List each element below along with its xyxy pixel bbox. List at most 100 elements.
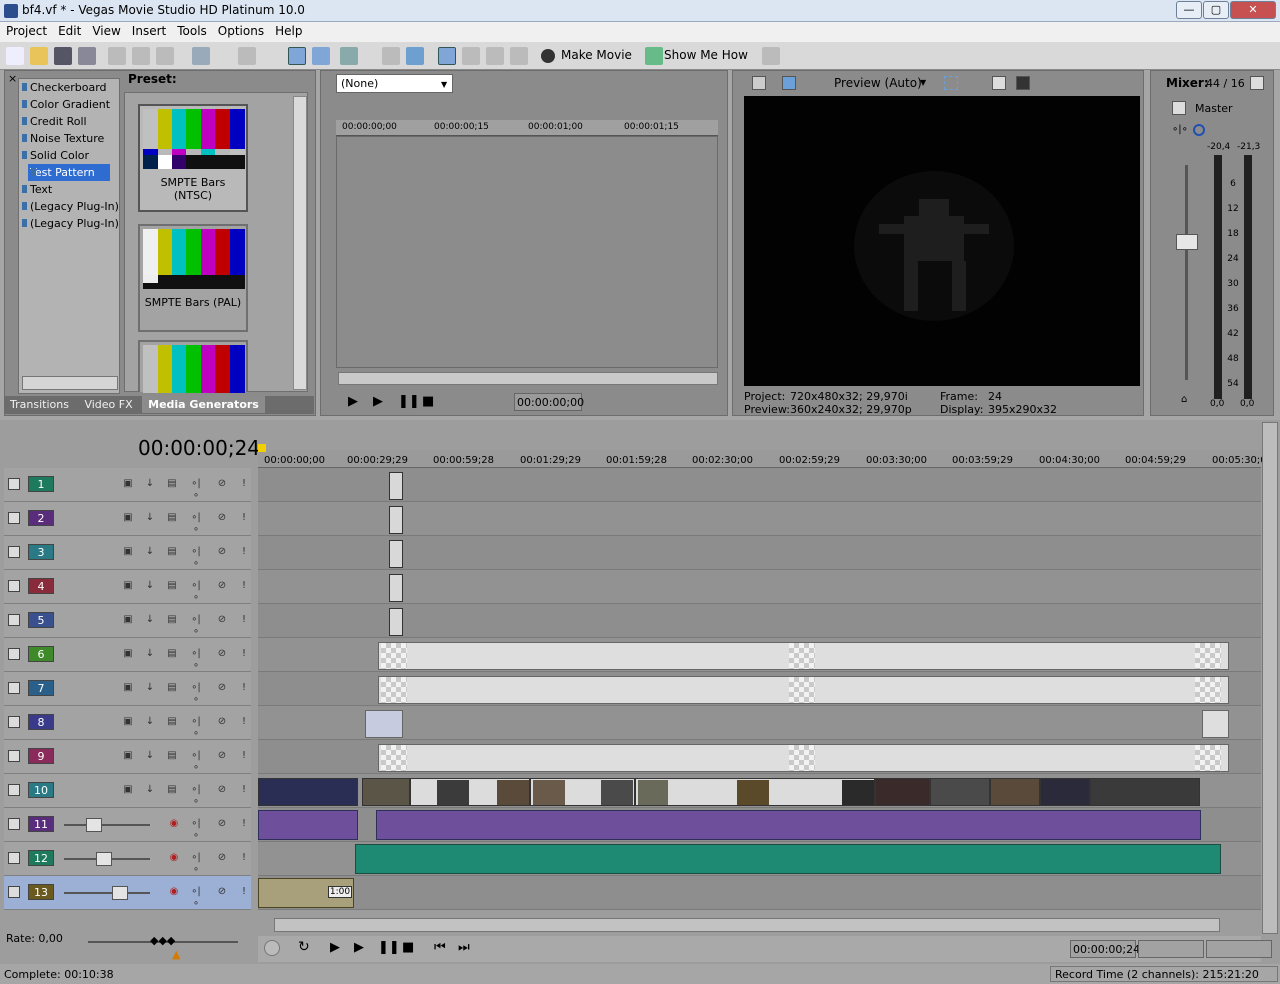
parent-track-icon[interactable]: ▤ bbox=[166, 614, 178, 626]
solo-icon[interactable]: ! bbox=[238, 648, 250, 660]
preview-properties-icon[interactable] bbox=[752, 76, 766, 90]
mute-icon[interactable]: ⊘ bbox=[216, 682, 228, 694]
bypass-motion-icon[interactable]: ∘|∘ bbox=[190, 478, 202, 501]
new-project-icon[interactable] bbox=[6, 47, 24, 65]
snap-icon[interactable] bbox=[340, 47, 358, 65]
video-clip[interactable] bbox=[875, 778, 930, 806]
bypass-motion-icon[interactable]: ∘|∘ bbox=[190, 750, 202, 773]
video-clip[interactable] bbox=[930, 778, 990, 806]
arm-record-icon[interactable]: ◉ bbox=[168, 852, 180, 864]
menu-options[interactable]: Options bbox=[212, 22, 269, 38]
track-fx-icon[interactable]: ▣ bbox=[122, 614, 134, 626]
stop-icon[interactable]: ■ bbox=[422, 394, 434, 409]
mute-icon[interactable]: ⊘ bbox=[216, 546, 228, 558]
generator-item[interactable]: (Legacy Plug-In) V bbox=[19, 215, 119, 232]
track-fx-icon[interactable]: ▣ bbox=[122, 580, 134, 592]
arm-record-icon[interactable]: ◉ bbox=[168, 818, 180, 830]
track-lane[interactable] bbox=[258, 604, 1261, 638]
cut-icon[interactable] bbox=[108, 47, 126, 65]
solo-icon[interactable]: ! bbox=[238, 580, 250, 592]
parent-track-icon[interactable]: ▤ bbox=[166, 784, 178, 796]
track-menu-icon[interactable] bbox=[8, 648, 20, 660]
save-icon[interactable] bbox=[54, 47, 72, 65]
open-folder-icon[interactable] bbox=[30, 47, 48, 65]
track-header[interactable]: 9 ▣ ↓ ▤ ∘|∘ ⊘! bbox=[4, 740, 251, 774]
solo-icon[interactable]: ! bbox=[238, 614, 250, 626]
generator-list-hscroll[interactable] bbox=[22, 376, 118, 390]
track-menu-icon[interactable] bbox=[8, 478, 20, 490]
track-lane[interactable] bbox=[258, 570, 1261, 604]
parent-track-icon[interactable]: ▤ bbox=[166, 682, 178, 694]
track-fx-icon[interactable]: ▣ bbox=[122, 750, 134, 762]
mute-icon[interactable]: ⊘ bbox=[216, 648, 228, 660]
compositing-arrow-icon[interactable]: ↓ bbox=[144, 682, 156, 694]
generated-media-clip[interactable] bbox=[378, 642, 1229, 670]
mute-icon[interactable]: ⊘ bbox=[216, 716, 228, 728]
audio-clip[interactable] bbox=[376, 810, 1201, 840]
fx-icon[interactable]: ∘|∘ bbox=[1172, 124, 1188, 135]
track-header[interactable]: 6 ▣ ↓ ▤ ∘|∘ ⊘! bbox=[4, 638, 251, 672]
undo-icon[interactable] bbox=[192, 47, 210, 65]
track-header[interactable]: 11 ◉ ∘|∘ ⊘! bbox=[4, 808, 251, 842]
track-header[interactable]: 12 ◉ ∘|∘ ⊘! bbox=[4, 842, 251, 876]
video-clip[interactable] bbox=[530, 778, 635, 806]
parent-track-icon[interactable]: ▤ bbox=[166, 512, 178, 524]
solo-icon[interactable]: ! bbox=[238, 546, 250, 558]
solo-icon[interactable]: ! bbox=[238, 818, 250, 830]
make-movie-icon[interactable] bbox=[541, 49, 555, 63]
compositing-arrow-icon[interactable]: ↓ bbox=[144, 478, 156, 490]
compositing-arrow-icon[interactable]: ↓ bbox=[144, 512, 156, 524]
track-fx-icon[interactable]: ▣ bbox=[122, 648, 134, 660]
track-lane[interactable] bbox=[258, 876, 1261, 910]
save-snapshot-icon[interactable] bbox=[1016, 76, 1030, 90]
show-me-how-icon[interactable] bbox=[645, 47, 663, 65]
play-icon[interactable]: ▶ bbox=[373, 394, 383, 409]
video-clip[interactable] bbox=[258, 778, 358, 806]
track-fx-icon[interactable]: ▣ bbox=[122, 682, 134, 694]
video-clip[interactable] bbox=[990, 778, 1040, 806]
envelope-tool-icon[interactable] bbox=[312, 47, 330, 65]
menu-insert[interactable]: Insert bbox=[126, 22, 171, 38]
audio-clip[interactable] bbox=[258, 810, 358, 840]
solo-icon[interactable]: ! bbox=[238, 716, 250, 728]
menu-view[interactable]: View bbox=[86, 22, 125, 38]
redo-icon[interactable] bbox=[238, 47, 256, 65]
generated-media-clip[interactable] bbox=[365, 710, 403, 738]
overlays-icon[interactable] bbox=[944, 76, 958, 90]
generated-media-clip[interactable] bbox=[378, 676, 1229, 704]
track-lane[interactable] bbox=[258, 502, 1261, 536]
fx-icon[interactable]: ∘|∘ bbox=[190, 886, 202, 909]
parent-track-icon[interactable]: ▤ bbox=[166, 750, 178, 762]
play-from-start-icon[interactable]: ▶ bbox=[330, 940, 340, 955]
menu-edit[interactable]: Edit bbox=[52, 22, 86, 38]
mute-icon[interactable]: ⊘ bbox=[216, 478, 228, 490]
audio-clip[interactable] bbox=[355, 844, 1221, 874]
track-fx-icon[interactable]: ▣ bbox=[122, 716, 134, 728]
video-clip[interactable] bbox=[389, 574, 403, 602]
preset-thumb-ntsc[interactable]: SMPTE Bars (NTSC) bbox=[138, 104, 248, 212]
track-header[interactable]: 7 ▣ ↓ ▤ ∘|∘ ⊘! bbox=[4, 672, 251, 706]
preview-quality-dropdown[interactable]: Preview (Auto) bbox=[834, 76, 922, 90]
mute-icon[interactable] bbox=[1193, 124, 1205, 136]
track-fx-icon[interactable]: ▣ bbox=[122, 546, 134, 558]
mute-icon[interactable]: ⊘ bbox=[216, 852, 228, 864]
track-menu-icon[interactable] bbox=[8, 512, 20, 524]
tab-video-fx[interactable]: Video FX bbox=[78, 396, 138, 413]
mute-icon[interactable]: ⊘ bbox=[216, 784, 228, 796]
make-movie-button[interactable]: Make Movie bbox=[561, 48, 632, 62]
solo-icon[interactable]: ! bbox=[238, 852, 250, 864]
generator-item[interactable]: Noise Texture bbox=[19, 130, 119, 147]
volume-slider-thumb[interactable] bbox=[112, 886, 128, 900]
video-clip[interactable] bbox=[389, 472, 403, 500]
bypass-motion-icon[interactable]: ∘|∘ bbox=[190, 546, 202, 569]
track-header[interactable]: 4 ▣ ↓ ▤ ∘|∘ ⊘! bbox=[4, 570, 251, 604]
play-icon[interactable]: ▶ bbox=[354, 940, 364, 955]
track-fx-icon[interactable]: ▣ bbox=[122, 478, 134, 490]
maximize-button[interactable]: ▢ bbox=[1203, 1, 1229, 19]
track-header[interactable]: 10 ▣ ↓ ▤ ∘|∘ ⊘! bbox=[4, 774, 251, 808]
auto-ripple-icon[interactable] bbox=[382, 47, 400, 65]
timeline-hscroll[interactable] bbox=[274, 918, 1220, 932]
video-clip[interactable] bbox=[1090, 778, 1200, 806]
solo-icon[interactable]: ! bbox=[238, 478, 250, 490]
crossfade-icon[interactable] bbox=[462, 47, 480, 65]
